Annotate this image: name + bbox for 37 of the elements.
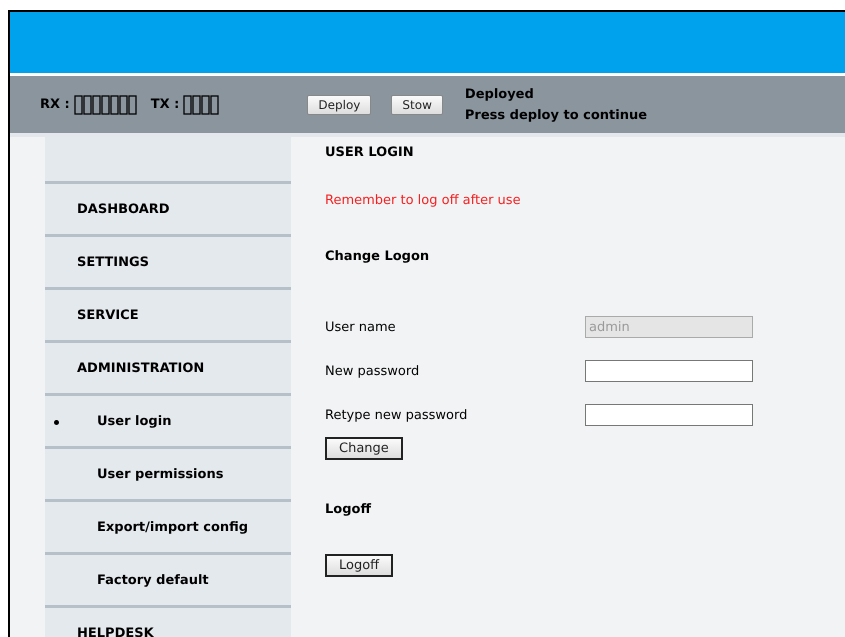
sidebar-item[interactable]: ADMINISTRATION — [45, 343, 291, 396]
rx-label: RX : — [40, 97, 70, 112]
sidebar-item-label: Export/import config — [97, 520, 248, 534]
sidebar-item-label: DASHBOARD — [77, 202, 170, 216]
sidebar-item[interactable]: User login — [45, 396, 291, 449]
sidebar-item[interactable]: SETTINGS — [45, 237, 291, 290]
sidebar-item-label: Factory default — [97, 572, 209, 588]
field-label: New password — [325, 364, 420, 378]
logoff-button[interactable]: Logoff — [325, 554, 394, 577]
missing-glyph-icon — [74, 94, 137, 114]
sidebar-item-label: ADMINISTRATION — [77, 360, 204, 376]
tx-label: TX : — [150, 97, 180, 112]
section-heading: Change Logon — [325, 249, 430, 266]
stow-button[interactable]: Stow — [391, 94, 443, 114]
change-button[interactable]: Change — [325, 437, 403, 460]
status-text: Press deploy to continue — [464, 106, 648, 124]
sidebar-item-label: HELPDESK — [77, 626, 154, 637]
sidebar-item[interactable]: User permissions — [45, 449, 291, 502]
input-field[interactable] — [585, 404, 753, 426]
sidebar-item[interactable]: DASHBOARD — [45, 184, 291, 237]
sidebar-item[interactable]: HELPDESK — [45, 608, 291, 637]
sidebar-item[interactable]: Factory default — [45, 555, 291, 608]
section-heading: Logoff — [325, 502, 372, 519]
sidebar-item-label: User login — [97, 414, 172, 428]
sidebar-item[interactable]: Export/import config — [45, 502, 291, 555]
sidebar-item-label: User permissions — [97, 466, 224, 482]
sidebar-item[interactable]: SERVICE — [45, 290, 291, 343]
deploy-button[interactable]: Deploy — [307, 94, 372, 114]
warning-text: Remember to log off after use — [325, 193, 522, 210]
page-title: USER LOGIN — [325, 145, 415, 162]
field-label: User name — [325, 320, 397, 334]
sidebar-item-label: SERVICE — [77, 308, 139, 322]
field-label: Retype new password — [325, 408, 468, 422]
status-text: Deployed — [464, 86, 535, 104]
input-field[interactable] — [585, 360, 753, 382]
missing-glyph-icon — [183, 94, 220, 114]
sidebar-item-label: SETTINGS — [77, 254, 150, 270]
